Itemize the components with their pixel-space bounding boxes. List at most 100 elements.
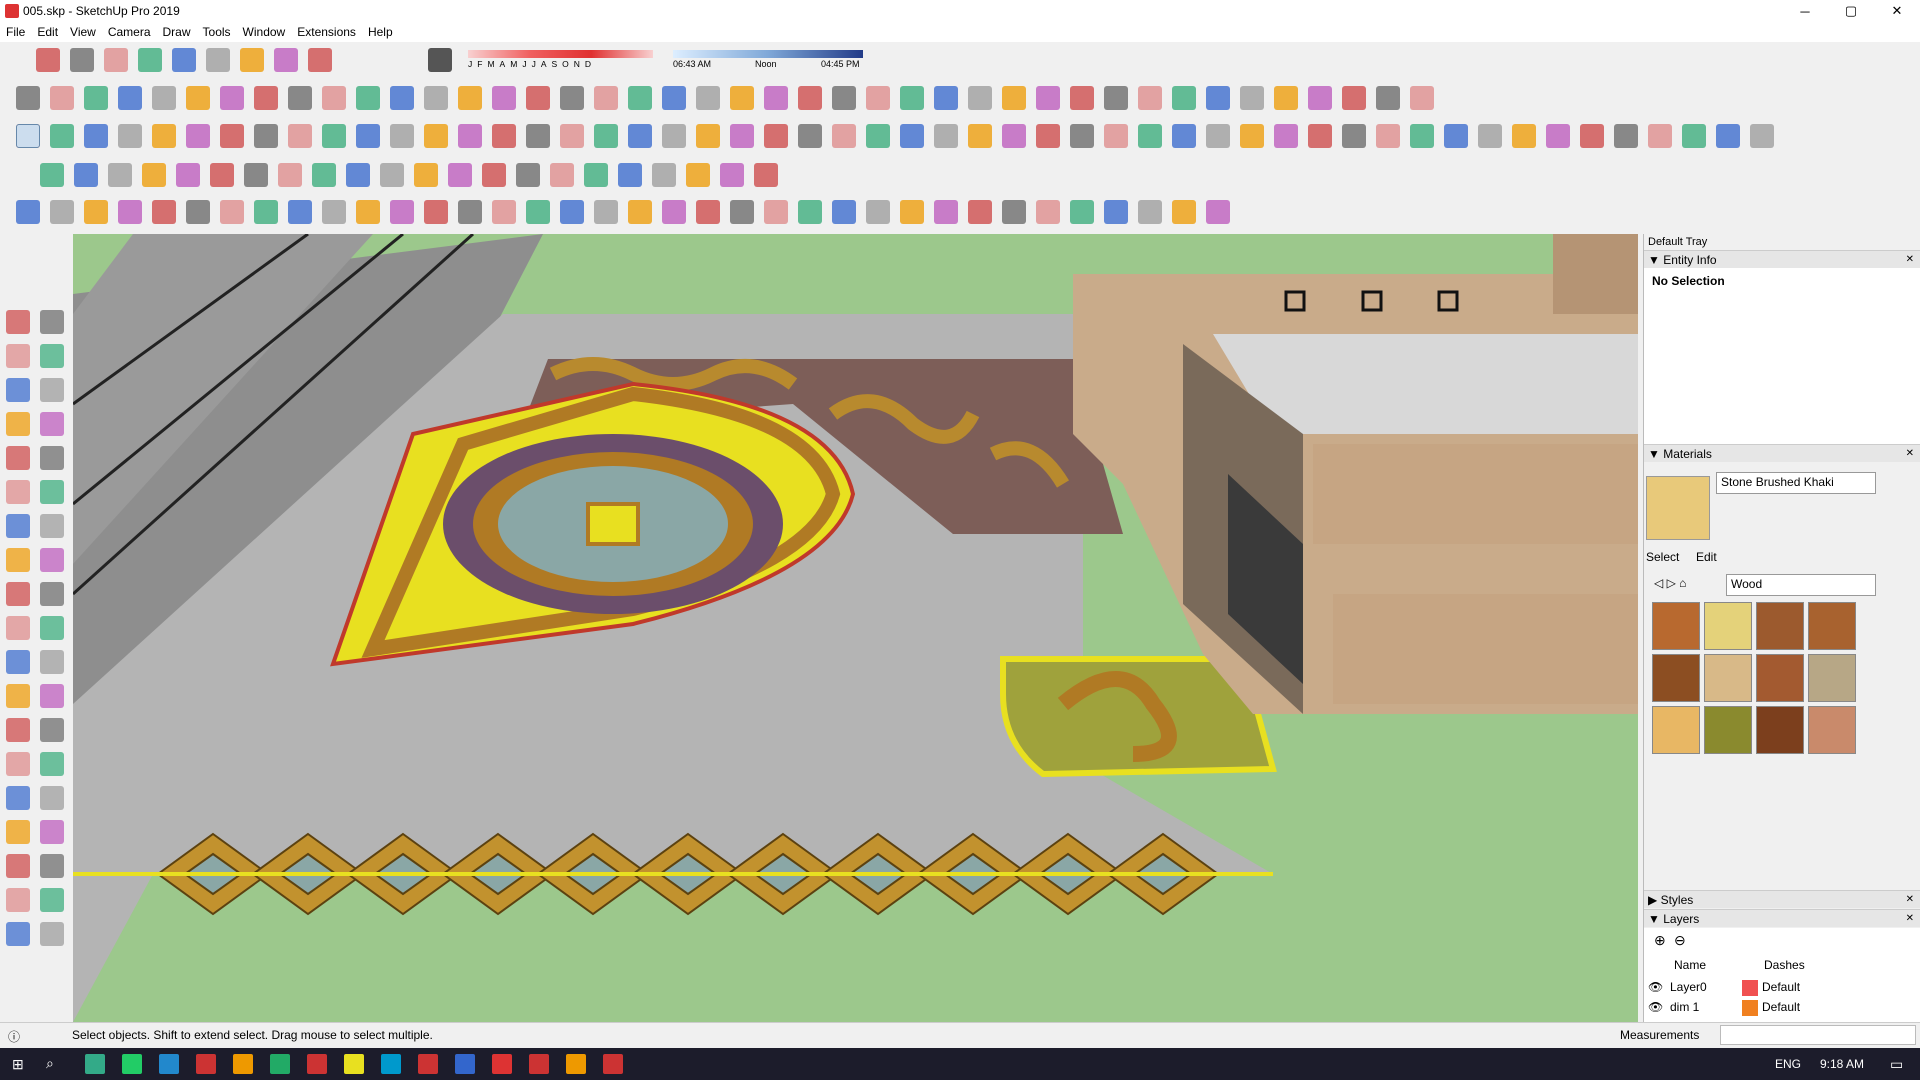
toolbar-tool-icon[interactable]: [424, 124, 448, 148]
toolbar-tool-icon[interactable]: [900, 124, 924, 148]
toolbar-tool-icon[interactable]: [220, 124, 244, 148]
toolbar-tool-icon[interactable]: [458, 124, 482, 148]
toolbar-tool-icon[interactable]: [1206, 200, 1230, 224]
toolbar-tool-icon[interactable]: [414, 163, 438, 187]
toolbar-tool-icon[interactable]: [968, 124, 992, 148]
left-tool-icon[interactable]: [40, 582, 64, 606]
material-swatch[interactable]: [1756, 706, 1804, 754]
toolbar-tool-icon[interactable]: [1444, 124, 1468, 148]
toolbar-tool-icon[interactable]: [1240, 86, 1264, 110]
toolbar-tool-icon[interactable]: [152, 124, 176, 148]
visibility-eye-icon[interactable]: 👁: [1648, 980, 1663, 994]
toolbar-tool-icon[interactable]: [390, 86, 414, 110]
left-tool-icon[interactable]: [40, 548, 64, 572]
toolbar-tool-icon[interactable]: [186, 200, 210, 224]
info-icon[interactable]: ⓘ: [8, 1028, 20, 1045]
toolbar-tool-icon[interactable]: [424, 86, 448, 110]
material-swatch[interactable]: [1704, 654, 1752, 702]
toolbar-tool-icon[interactable]: [1580, 124, 1604, 148]
remove-layer-icon[interactable]: ⊖: [1674, 932, 1686, 949]
toolbar-tool-icon[interactable]: [1172, 86, 1196, 110]
toolbar-tool-icon[interactable]: [1682, 124, 1706, 148]
toolbar-tool-icon[interactable]: [526, 86, 550, 110]
toolbar-tool-icon[interactable]: [560, 124, 584, 148]
toolbar-tool-icon[interactable]: [50, 86, 74, 110]
toolbar-tool-icon[interactable]: [390, 200, 414, 224]
toolbar-tool-icon[interactable]: [764, 200, 788, 224]
left-tool-icon[interactable]: [6, 548, 30, 572]
material-swatch[interactable]: [1808, 602, 1856, 650]
taskbar-app-icon[interactable]: [270, 1054, 290, 1074]
close-icon[interactable]: ✕: [1906, 251, 1914, 269]
taskbar-app-icon[interactable]: [196, 1054, 216, 1074]
left-tool-icon[interactable]: [6, 412, 30, 436]
toolbar-tool-icon[interactable]: [186, 124, 210, 148]
taskbar-app-icon[interactable]: [492, 1054, 512, 1074]
left-tool-icon[interactable]: [40, 820, 64, 844]
toolbar-tool-icon[interactable]: [142, 163, 166, 187]
toolbar-tool-icon[interactable]: [618, 163, 642, 187]
toolbar-tool-icon[interactable]: [550, 163, 574, 187]
toolbar-tool-icon[interactable]: [118, 200, 142, 224]
taskbar-app-icon[interactable]: [381, 1054, 401, 1074]
toolbar-tool-icon[interactable]: [594, 200, 618, 224]
time-slider[interactable]: 06:43 AM Noon 04:45 PM: [673, 50, 863, 72]
left-tool-icon[interactable]: [6, 922, 30, 946]
left-tool-icon[interactable]: [6, 344, 30, 368]
toolbar-tool-icon[interactable]: [308, 48, 332, 72]
toolbar-tool-icon[interactable]: [696, 200, 720, 224]
toolbar-tool-icon[interactable]: [312, 163, 336, 187]
input-language[interactable]: ENG: [1775, 1057, 1801, 1071]
shadow-toggle-icon[interactable]: [428, 48, 452, 72]
toolbar-tool-icon[interactable]: [1036, 124, 1060, 148]
toolbar-tool-icon[interactable]: [210, 163, 234, 187]
toolbar-tool-icon[interactable]: [1172, 200, 1196, 224]
layer-name[interactable]: Layer0: [1670, 980, 1707, 994]
toolbar-tool-icon[interactable]: [138, 48, 162, 72]
toolbar-tool-icon[interactable]: [526, 200, 550, 224]
toolbar-tool-icon[interactable]: [70, 48, 94, 72]
material-swatch[interactable]: [1756, 602, 1804, 650]
toolbar-tool-icon[interactable]: [1002, 124, 1026, 148]
left-tool-icon[interactable]: [40, 888, 64, 912]
left-tool-icon[interactable]: [40, 378, 64, 402]
toolbar-tool-icon[interactable]: [240, 48, 264, 72]
toolbar-tool-icon[interactable]: [696, 124, 720, 148]
layer-dashes[interactable]: Default: [1762, 1000, 1800, 1014]
layer-dashes[interactable]: Default: [1762, 980, 1800, 994]
toolbar-tool-icon[interactable]: [560, 86, 584, 110]
toolbar-tool-icon[interactable]: [1172, 124, 1196, 148]
toolbar-tool-icon[interactable]: [492, 200, 516, 224]
left-tool-icon[interactable]: [6, 378, 30, 402]
menu-view[interactable]: View: [64, 25, 102, 39]
toolbar-tool-icon[interactable]: [84, 86, 108, 110]
left-tool-icon[interactable]: [6, 854, 30, 878]
visibility-eye-icon[interactable]: 👁: [1648, 1000, 1663, 1014]
toolbar-tool-icon[interactable]: [448, 163, 472, 187]
toolbar-tool-icon[interactable]: [458, 86, 482, 110]
toolbar-tool-icon[interactable]: [84, 200, 108, 224]
toolbar-tool-icon[interactable]: [1036, 200, 1060, 224]
toolbar-tool-icon[interactable]: [322, 200, 346, 224]
material-swatch[interactable]: [1652, 706, 1700, 754]
toolbar-tool-icon[interactable]: [662, 86, 686, 110]
close-icon[interactable]: ✕: [1906, 910, 1914, 928]
toolbar-tool-icon[interactable]: [900, 200, 924, 224]
toolbar-tool-icon[interactable]: [798, 86, 822, 110]
toolbar-tool-icon[interactable]: [346, 163, 370, 187]
toolbar-tool-icon[interactable]: [16, 200, 40, 224]
toolbar-tool-icon[interactable]: [380, 163, 404, 187]
toolbar-tool-icon[interactable]: [322, 86, 346, 110]
add-layer-icon[interactable]: ⊕: [1654, 932, 1666, 949]
current-material-swatch[interactable]: [1646, 476, 1710, 540]
toolbar-tool-icon[interactable]: [628, 200, 652, 224]
toolbar-tool-icon[interactable]: [390, 124, 414, 148]
material-library-select[interactable]: Wood: [1726, 574, 1876, 596]
menu-file[interactable]: File: [0, 25, 31, 39]
toolbar-tool-icon[interactable]: [1206, 86, 1230, 110]
toolbar-tool-icon[interactable]: [104, 48, 128, 72]
material-swatch[interactable]: [1808, 654, 1856, 702]
toolbar-tool-icon[interactable]: [1138, 124, 1162, 148]
toolbar-tool-icon[interactable]: [1070, 200, 1094, 224]
toolbar-tool-icon[interactable]: [1002, 200, 1026, 224]
